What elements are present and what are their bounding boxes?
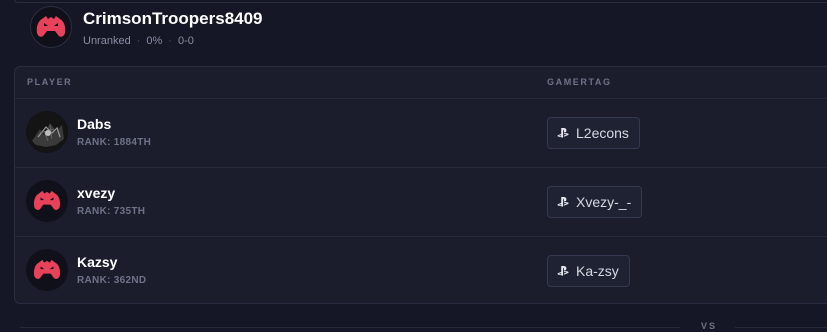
gamertag-chip[interactable]: Ka-zsy [547, 255, 630, 287]
match-roster-view: CrimsonTroopers8409 Unranked · 0% · 0-0 PLAY… [0, 0, 827, 332]
team-name[interactable]: CrimsonTroopers8409 [83, 9, 263, 29]
separator-dot: · [136, 35, 141, 47]
player-avatar[interactable] [26, 249, 68, 291]
column-header-gamertag: GAMERTAG [547, 77, 612, 87]
vs-divider-left [20, 327, 680, 328]
team-avatar[interactable] [30, 6, 72, 48]
roster-header: PLAYER GAMERTAG [15, 67, 827, 99]
gamertag-text: L2econs [576, 125, 629, 141]
playstation-icon [557, 266, 569, 276]
team-header: CrimsonTroopers8409 Unranked · 0% · 0-0 [14, 0, 827, 66]
team-record: 0-0 [177, 35, 194, 47]
player-name[interactable]: Dabs [77, 116, 111, 132]
player-avatar[interactable] [26, 180, 68, 222]
gamertag-chip[interactable]: L2econs [547, 117, 640, 149]
player-rank: RANK: 1884TH [77, 137, 152, 148]
player-photo-icon [26, 111, 68, 153]
player-rank: RANK: 735TH [77, 206, 146, 217]
player-name[interactable]: xvezy [77, 185, 115, 201]
player-row[interactable]: xvezy RANK: 735TH Xvezy-_- [15, 168, 827, 237]
team-status: Unranked [83, 35, 131, 47]
playstation-icon [557, 128, 569, 138]
roster-table: PLAYER GAMERTAG Dabs RANK: 1884TH L2econ… [14, 66, 827, 304]
team-stats: Unranked · 0% · 0-0 [83, 35, 194, 47]
team-logo-icon [36, 16, 66, 37]
gamertag-chip[interactable]: Xvezy-_- [547, 186, 643, 218]
player-row[interactable]: Dabs RANK: 1884TH L2econs [15, 99, 827, 168]
team-logo-icon [33, 259, 61, 279]
column-header-player: PLAYER [27, 77, 73, 87]
team-win-rate: 0% [146, 35, 163, 47]
playstation-icon [557, 197, 569, 207]
player-rank: RANK: 362ND [77, 275, 147, 286]
player-name[interactable]: Kazsy [77, 254, 117, 270]
player-avatar[interactable] [26, 111, 68, 153]
gamertag-text: Ka-zsy [576, 263, 619, 279]
separator-dot: · [168, 35, 172, 47]
gamertag-text: Xvezy-_- [576, 194, 632, 210]
team-logo-icon [33, 190, 61, 210]
vs-divider-right [735, 327, 827, 328]
vs-label: VS [701, 321, 718, 331]
player-row[interactable]: Kazsy RANK: 362ND Ka-zsy [15, 237, 827, 303]
